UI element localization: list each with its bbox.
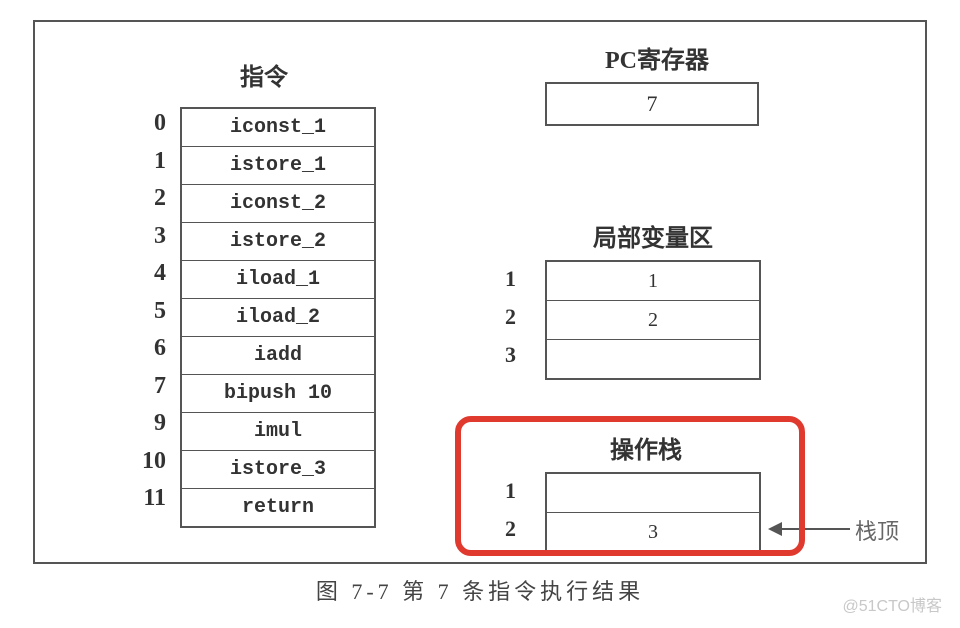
instruction-cell: iconst_2 [181,185,375,223]
operand-stack-title: 操作栈 [610,430,682,465]
instruction-cell: iadd [181,337,375,375]
stack-top-label: 栈顶 [855,514,899,546]
instruction-index: 9 [130,405,166,443]
instruction-index: 6 [130,330,166,368]
instruction-index: 4 [130,255,166,293]
instruction-cell: imul [181,413,375,451]
instruction-index: 1 [130,143,166,181]
stack-index: 2 [505,510,516,548]
stack-cell [546,473,760,513]
local-vars-title: 局部变量区 [593,218,713,253]
instruction-cell: istore_3 [181,451,375,489]
figure-caption: 图 7-7 第 7 条指令执行结果 [20,574,940,606]
instruction-index: 11 [130,480,166,518]
instruction-cell: bipush 10 [181,375,375,413]
instruction-cell: istore_1 [181,147,375,185]
stack-cell: 3 [546,513,760,553]
pc-register-value: 7 [545,82,759,126]
local-var-cell: 1 [546,261,760,301]
operand-stack-indices: 1 2 [505,472,516,548]
instruction-cell: iconst_1 [181,108,375,147]
instruction-title: 指令 [240,57,288,92]
local-var-index: 1 [505,260,516,298]
local-var-index: 2 [505,298,516,336]
instruction-index: 2 [130,180,166,218]
instruction-indices: 0 1 2 3 4 5 6 7 9 10 11 [130,105,166,518]
watermark-text: @51CTO博客 [842,592,942,616]
instruction-index: 10 [130,443,166,481]
instruction-table: iconst_1 istore_1 iconst_2 istore_2 iloa… [180,107,376,528]
instruction-index: 0 [130,105,166,143]
local-var-index: 3 [505,336,516,374]
local-var-cell [546,340,760,380]
instruction-index: 7 [130,368,166,406]
local-vars-indices: 1 2 3 [505,260,516,374]
local-vars-table: 1 2 [545,260,761,380]
diagram-frame: 指令 0 1 2 3 4 5 6 7 9 10 11 iconst_1 isto… [33,20,927,564]
instruction-cell: iload_2 [181,299,375,337]
instruction-index: 5 [130,293,166,331]
operand-stack-table: 3 [545,472,761,553]
local-var-cell: 2 [546,301,760,340]
stack-index: 1 [505,472,516,510]
arrow-icon [770,528,850,530]
pc-register-title: PC寄存器 [605,40,709,75]
instruction-cell: istore_2 [181,223,375,261]
instruction-index: 3 [130,218,166,256]
instruction-cell: iload_1 [181,261,375,299]
instruction-cell: return [181,489,375,528]
